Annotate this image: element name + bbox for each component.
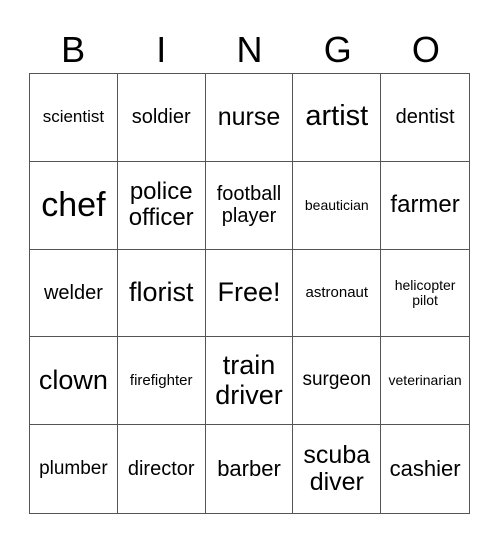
- bingo-grid: scientist soldier nurse artist dentist c…: [29, 73, 470, 514]
- bingo-cell[interactable]: florist: [117, 249, 206, 338]
- bingo-cell[interactable]: chef: [30, 161, 118, 250]
- bingo-cell[interactable]: scuba diver: [293, 425, 382, 513]
- bingo-cell[interactable]: clown: [30, 337, 118, 426]
- bingo-cell[interactable]: barber: [206, 425, 294, 513]
- header-letter-g: G: [323, 29, 352, 70]
- header-letter-n: N: [236, 29, 263, 70]
- bingo-cell[interactable]: veterinarian: [381, 337, 469, 426]
- bingo-cell[interactable]: plumber: [30, 425, 118, 513]
- bingo-cell[interactable]: surgeon: [293, 337, 382, 426]
- header-letter-b: B: [61, 29, 86, 70]
- bingo-cell[interactable]: nurse: [205, 74, 294, 162]
- bingo-cell[interactable]: train driver: [205, 337, 294, 426]
- bingo-cell[interactable]: soldier: [117, 74, 206, 162]
- bingo-cell[interactable]: director: [118, 425, 206, 513]
- header-letter-o: O: [411, 29, 440, 70]
- bingo-header: B I N G O: [29, 28, 470, 72]
- bingo-cell[interactable]: artist: [293, 74, 382, 162]
- bingo-cell[interactable]: beautician: [293, 161, 382, 250]
- bingo-cell[interactable]: scientist: [30, 74, 118, 162]
- bingo-cell[interactable]: cashier: [381, 425, 469, 513]
- bingo-cell[interactable]: football player: [205, 161, 294, 250]
- header-letter-i: I: [156, 29, 167, 70]
- bingo-cell[interactable]: welder: [30, 249, 118, 338]
- free-space-cell[interactable]: Free!: [205, 249, 294, 338]
- bingo-cell[interactable]: helicopter pilot: [381, 250, 469, 338]
- bingo-cell[interactable]: firefighter: [117, 337, 206, 426]
- bingo-cell[interactable]: police officer: [117, 161, 206, 250]
- bingo-cell[interactable]: astronaut: [293, 249, 382, 338]
- bingo-cell[interactable]: dentist: [381, 74, 469, 162]
- bingo-cell[interactable]: farmer: [381, 162, 469, 250]
